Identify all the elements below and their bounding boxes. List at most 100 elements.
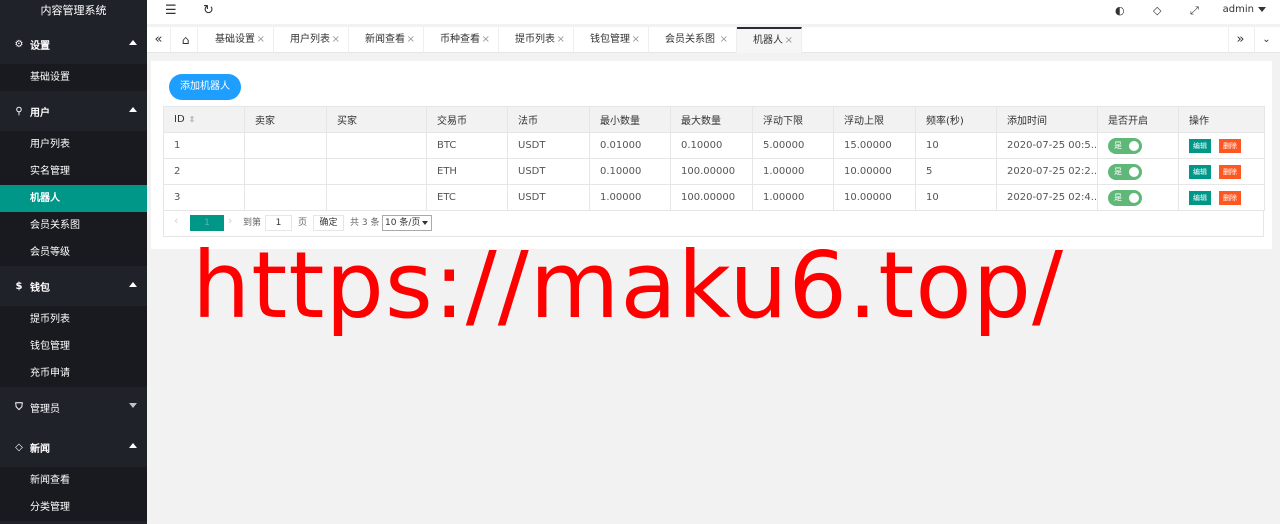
col-header-id[interactable]: ID ⇕ (163, 106, 245, 133)
fullscreen-icon[interactable]: ⤢ (1190, 4, 1199, 18)
sidebar-submenu-settings: 基础设置 (0, 64, 147, 91)
sidebar-group-users[interactable]: ⚲ 用户 (0, 91, 147, 131)
tabs-menu-chevron-down-icon[interactable]: ⌄ (1254, 27, 1278, 53)
sidebar-item-wallet-manage[interactable]: 钱包管理 (0, 333, 147, 360)
cell: 3 (163, 184, 245, 211)
chevron-down-icon (129, 403, 137, 408)
prev-page-icon[interactable]: ‹ (174, 214, 178, 227)
cell: 10 (915, 132, 997, 159)
enabled-toggle[interactable]: 是 (1108, 137, 1142, 154)
delete-button[interactable]: 删除 (1219, 164, 1241, 179)
cell: 0.01000 (589, 132, 671, 159)
enabled-toggle[interactable]: 是 (1108, 163, 1142, 180)
cell: 10.00000 (833, 184, 916, 211)
col-header-coin: 交易币 (426, 106, 508, 133)
sidebar-group-admin[interactable]: ⛉ 管理员 (0, 387, 147, 427)
cell (244, 132, 327, 159)
col-header-fiat: 法币 (507, 106, 590, 133)
cell: 1.00000 (752, 184, 834, 211)
dollar-icon: $ (15, 280, 23, 292)
cell: 5 (915, 158, 997, 185)
home-icon[interactable]: ⌂ (174, 27, 198, 53)
delete-button[interactable]: 删除 (1219, 190, 1241, 205)
tabs-next-icon[interactable]: » (1228, 27, 1252, 53)
tab-withdraw-list[interactable]: 提币列表 × (499, 27, 574, 53)
sidebar-item-robot[interactable]: 机器人 (0, 185, 147, 212)
cell: ETC (426, 184, 508, 211)
content-card: 添加机器人 ID ⇕ 卖家 买家 交易币 法币 最小数量 最大数量 浮动下限 浮动… (151, 61, 1272, 249)
sidebar-item-verification[interactable]: 实名管理 (0, 158, 147, 185)
edit-button[interactable]: 编辑 (1189, 164, 1211, 179)
tab-label: 机器人 (753, 35, 783, 46)
sidebar-item-user-list[interactable]: 用户列表 (0, 131, 147, 158)
tab-wallet-manage[interactable]: 钱包管理 × (574, 27, 649, 53)
cell: 编辑 删除 (1178, 184, 1265, 211)
watermark-text: https://maku6.top/ (192, 232, 1065, 339)
tab-label: 提币列表 (515, 34, 555, 45)
tab-news-view[interactable]: 新闻查看 × (349, 27, 424, 53)
enabled-toggle[interactable]: 是 (1108, 189, 1142, 206)
chevron-up-icon (129, 40, 137, 45)
close-icon[interactable]: × (482, 27, 490, 53)
close-icon[interactable]: × (257, 27, 265, 53)
tag-icon: ◇ (15, 441, 23, 453)
cell: 0.10000 (589, 158, 671, 185)
cell: 是 (1097, 158, 1179, 185)
cell: 2020-07-25 00:5... (996, 132, 1098, 159)
tab-label: 会员关系图 (665, 34, 715, 45)
cell (326, 132, 427, 159)
cell: 15.00000 (833, 132, 916, 159)
tab-robot[interactable]: 机器人 × (737, 27, 802, 53)
refresh-icon[interactable]: ↻ (203, 4, 214, 18)
cell: ETH (426, 158, 508, 185)
edit-button[interactable]: 编辑 (1189, 190, 1211, 205)
sidebar-item-category-manage[interactable]: 分类管理 (0, 494, 147, 521)
palette-icon[interactable]: ◐ (1115, 4, 1125, 18)
tab-basic-settings[interactable]: 基础设置 × (199, 27, 274, 53)
delete-button[interactable]: 删除 (1219, 138, 1241, 153)
cell: 编辑 删除 (1178, 158, 1265, 185)
sidebar-item-deposit-request[interactable]: 充币申请 (0, 360, 147, 387)
tabs-prev-icon[interactable]: « (147, 27, 171, 53)
gear-icon: ⚙ (14, 38, 24, 50)
sidebar-group-settings[interactable]: ⚙ 设置 (0, 24, 147, 64)
sidebar-item-withdraw-list[interactable]: 提币列表 (0, 306, 147, 333)
edit-button[interactable]: 编辑 (1189, 138, 1211, 153)
user-menu[interactable]: admin (1223, 4, 1266, 15)
sidebar-group-wallet[interactable]: $ 钱包 (0, 266, 147, 306)
sidebar-submenu-users: 用户列表 实名管理 机器人 会员关系图 会员等级 (0, 131, 147, 266)
close-icon[interactable]: × (332, 27, 340, 53)
sidebar-item-basic-settings[interactable]: 基础设置 (0, 64, 147, 91)
sidebar-submenu-wallet: 提币列表 钱包管理 充币申请 (0, 306, 147, 387)
cell: 10 (915, 184, 997, 211)
cell: 1.00000 (589, 184, 671, 211)
menu-collapse-icon[interactable]: ☰ (165, 4, 177, 18)
sidebar-group-news[interactable]: ◇ 新闻 (0, 427, 147, 467)
add-robot-button[interactable]: 添加机器人 (169, 74, 241, 100)
sidebar-submenu-news: 新闻查看 分类管理 (0, 467, 147, 521)
close-icon[interactable]: × (785, 29, 793, 53)
tab-coin-view[interactable]: 币种查看 × (424, 27, 499, 53)
cell: 100.00000 (670, 184, 753, 211)
cell: 10.00000 (833, 158, 916, 185)
table-row: 2 ETH USDT 0.10000 100.00000 1.00000 10.… (163, 158, 1265, 185)
tag-icon[interactable]: ◇ (1153, 4, 1161, 18)
sidebar-item-member-graph[interactable]: 会员关系图 (0, 212, 147, 239)
col-header-actions: 操作 (1178, 106, 1265, 133)
close-icon[interactable]: × (407, 27, 415, 53)
cell: 是 (1097, 132, 1179, 159)
close-icon[interactable]: × (632, 27, 640, 53)
cell: 100.00000 (670, 158, 753, 185)
chevron-up-icon (129, 107, 137, 112)
sidebar-item-member-level[interactable]: 会员等级 (0, 239, 147, 266)
tab-user-list[interactable]: 用户列表 × (274, 27, 349, 53)
sort-icon[interactable]: ⇕ (189, 115, 196, 124)
close-icon[interactable]: × (720, 27, 728, 53)
sidebar-item-news-view[interactable]: 新闻查看 (0, 467, 147, 494)
cell (244, 184, 327, 211)
table-header-row: ID ⇕ 卖家 买家 交易币 法币 最小数量 最大数量 浮动下限 浮动上限 频率(… (163, 106, 1265, 133)
close-icon[interactable]: × (557, 27, 565, 53)
sidebar-group-label: 用户 (30, 107, 50, 119)
table-row: 3 ETC USDT 1.00000 100.00000 1.00000 10.… (163, 184, 1265, 211)
tab-member-graph[interactable]: 会员关系图 × (649, 27, 737, 53)
